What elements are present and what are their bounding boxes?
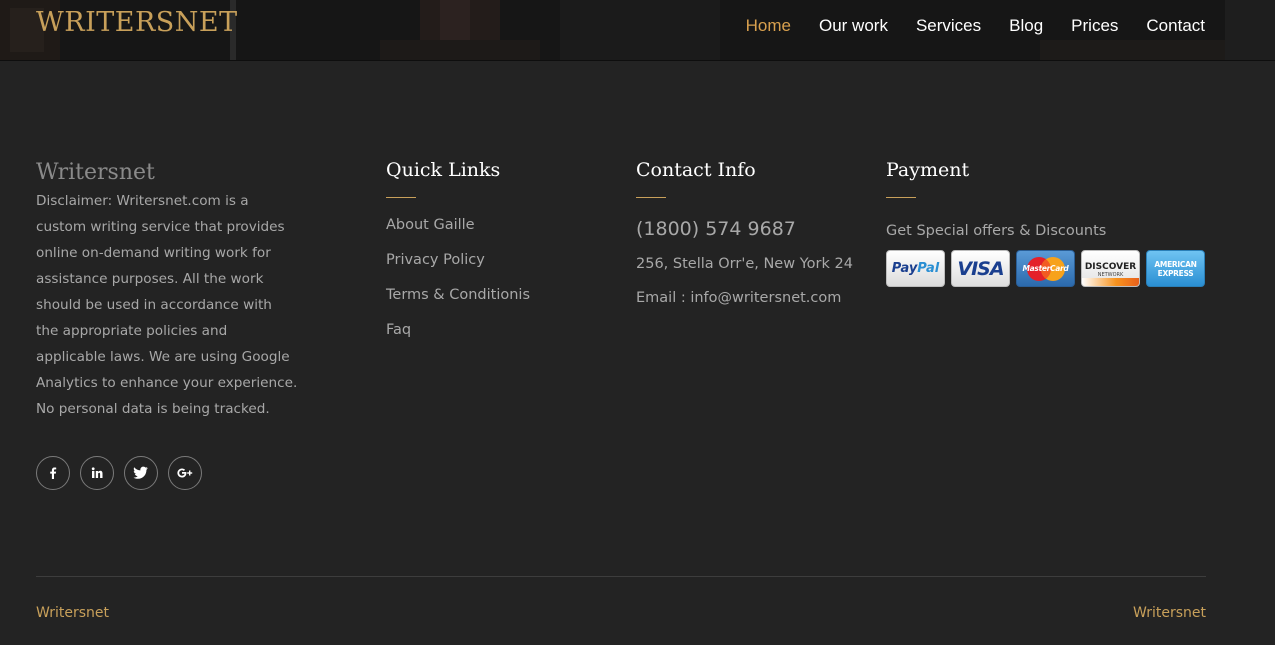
visa-text: VISA	[957, 257, 1004, 280]
nav-blog[interactable]: Blog	[1009, 16, 1043, 36]
paypal-card-icon: Pay Pal	[886, 250, 945, 287]
facebook-button[interactable]	[36, 456, 70, 490]
payment-offer-text: Get Special offers & Discounts	[886, 223, 1107, 239]
title-underline	[636, 197, 666, 198]
discover-card-icon: DISCOVER NETWORK	[1081, 250, 1140, 287]
discover-stripe	[1082, 278, 1139, 286]
about-title: Writersnet	[36, 160, 155, 185]
visa-card-icon: VISA	[951, 250, 1010, 287]
linkedin-button[interactable]	[80, 456, 114, 490]
linkedin-icon	[91, 467, 103, 478]
nav-services[interactable]: Services	[916, 16, 981, 36]
nav-prices[interactable]: Prices	[1071, 16, 1118, 36]
footer-brand-right[interactable]: Writersnet	[1133, 603, 1206, 623]
nav-our-work[interactable]: Our work	[819, 16, 888, 36]
amex-text-b: EXPRESS	[1157, 268, 1194, 278]
quick-links-list: About Gaille Privacy Policy Terms & Cond…	[386, 215, 606, 340]
payment-column: Payment Get Special offers & Discounts P…	[886, 156, 1206, 287]
title-underline	[886, 197, 916, 198]
twitter-icon	[133, 466, 148, 479]
contact-phone[interactable]: (1800) 574 9687	[636, 217, 866, 241]
paypal-text-a: Pay	[891, 261, 918, 276]
title-underline	[386, 197, 416, 198]
nav-contact[interactable]: Contact	[1146, 16, 1205, 36]
payment-cards: Pay Pal VISA MasterCard DISCOVER NETWORK …	[886, 250, 1206, 287]
social-links	[36, 456, 202, 490]
link-terms[interactable]: Terms & Conditionis	[386, 285, 606, 305]
link-faq[interactable]: Faq	[386, 320, 606, 340]
nav-home[interactable]: Home	[746, 16, 791, 36]
paypal-text-b: Pal	[917, 261, 940, 276]
contact-email[interactable]: Email : info@writersnet.com	[636, 288, 866, 308]
link-about[interactable]: About Gaille	[386, 215, 606, 235]
contact-title: Contact Info	[636, 159, 756, 181]
contact-column: Contact Info (1800) 574 9687 256, Stella…	[636, 156, 866, 308]
quick-links-column: Quick Links About Gaille Privacy Policy …	[386, 156, 606, 355]
discover-text: DISCOVER	[1084, 262, 1137, 272]
disclaimer-text: Disclaimer: Writersnet.com is a custom w…	[36, 193, 298, 417]
site-logo[interactable]: WRITERSNET	[36, 7, 238, 38]
site-header: WRITERSNET Home Our work Services Blog P…	[0, 0, 1275, 61]
payment-title: Payment	[886, 159, 970, 181]
google-plus-button[interactable]	[168, 456, 202, 490]
about-column: Writersnet Disclaimer: Writersnet.com is…	[36, 156, 298, 422]
mastercard-text: MasterCard	[1022, 264, 1069, 273]
link-privacy-policy[interactable]: Privacy Policy	[386, 250, 606, 270]
contact-address: 256, Stella Orr'e, New York 24	[636, 256, 853, 272]
google-plus-icon	[177, 468, 193, 478]
twitter-button[interactable]	[124, 456, 158, 490]
facebook-icon	[50, 467, 57, 479]
amex-text-a: AMERICAN	[1154, 259, 1197, 269]
main-nav: Home Our work Services Blog Prices Conta…	[718, 16, 1205, 36]
quick-links-title: Quick Links	[386, 159, 501, 181]
footer-brand-left[interactable]: Writersnet	[36, 603, 109, 623]
footer-divider	[36, 576, 1206, 577]
amex-card-icon: AMERICAN EXPRESS	[1146, 250, 1205, 287]
mastercard-card-icon: MasterCard	[1016, 250, 1075, 287]
